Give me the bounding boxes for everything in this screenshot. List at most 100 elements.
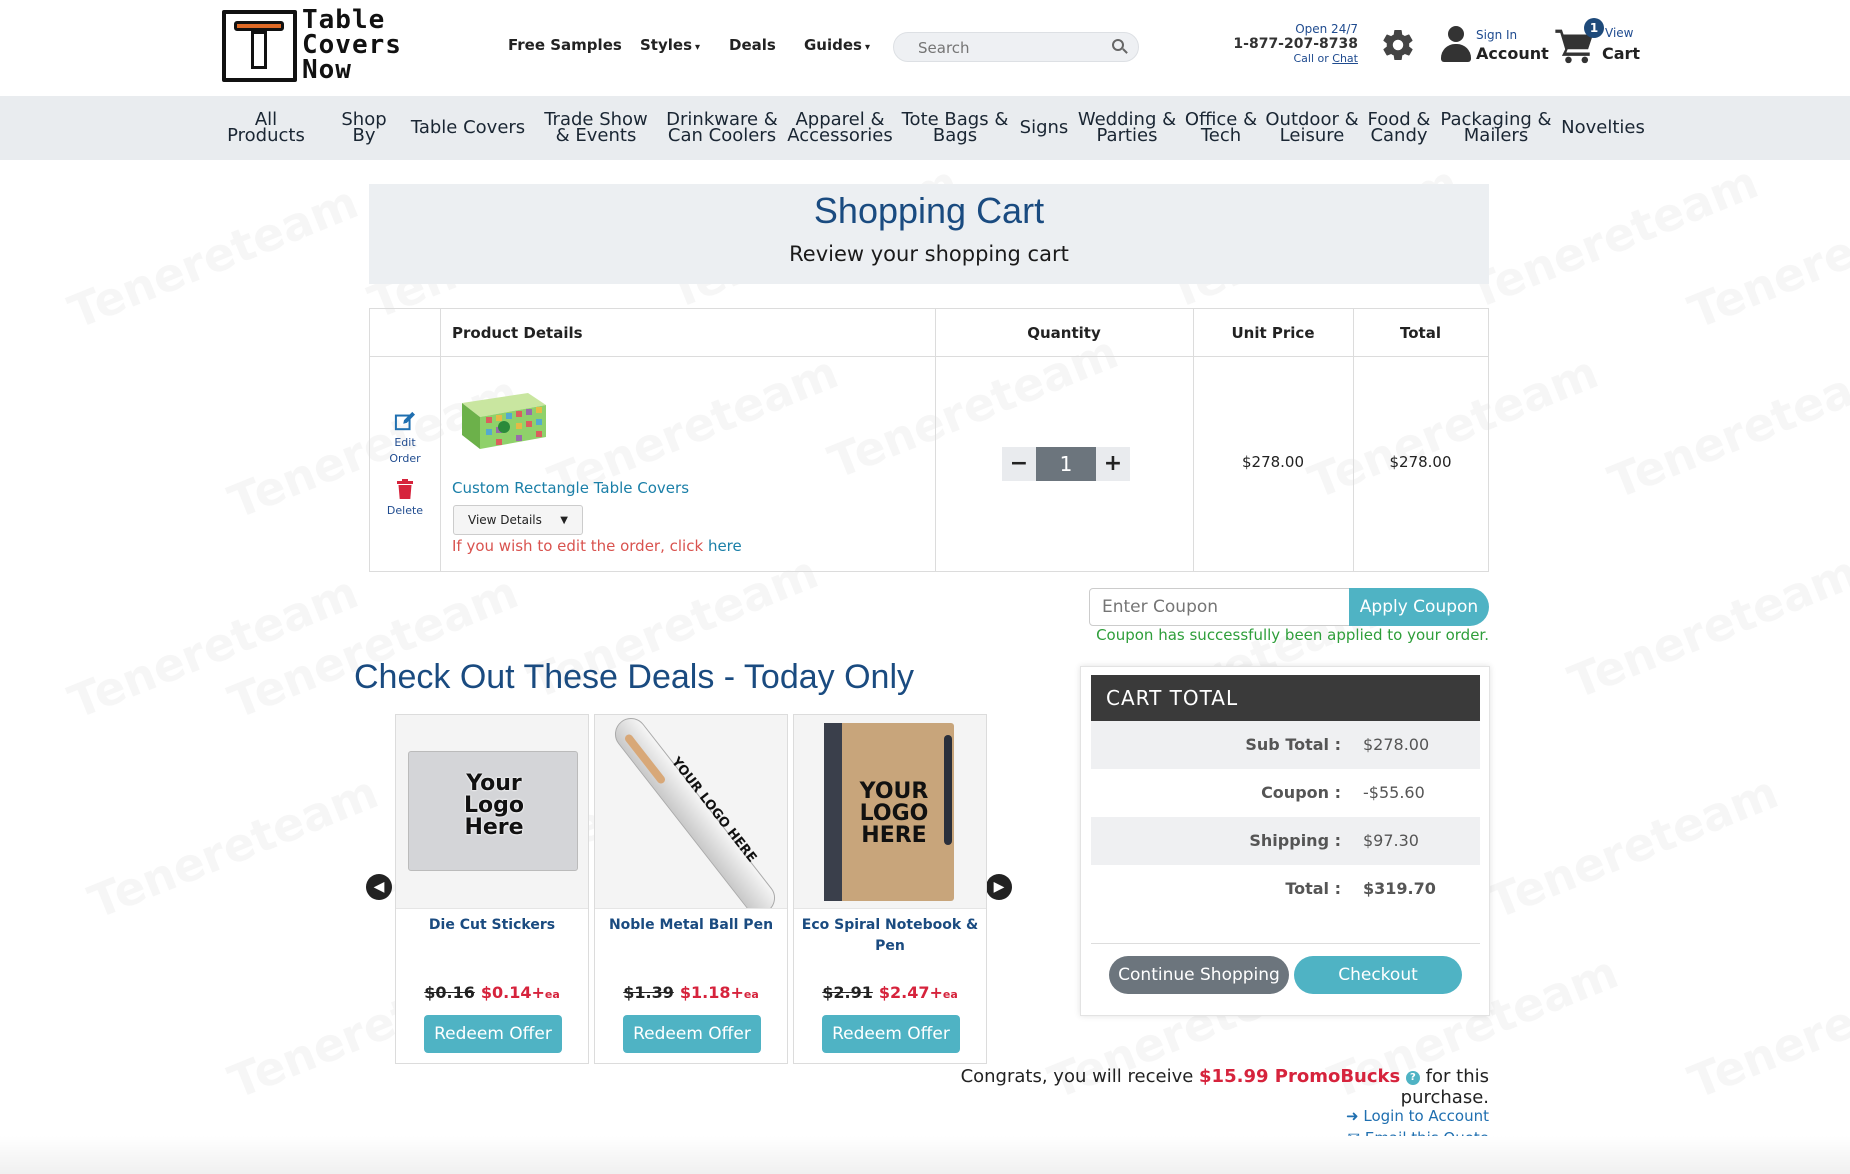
caret-down-icon: ▾ bbox=[864, 42, 871, 53]
help-icon[interactable]: ? bbox=[1405, 1071, 1420, 1085]
deal-image-pen[interactable]: YOUR LOGO HERE bbox=[595, 715, 787, 909]
watermark-text: Tenereteam bbox=[1461, 155, 1765, 320]
search-input[interactable] bbox=[918, 37, 1108, 59]
cat-novelties[interactable]: Novelties bbox=[1558, 96, 1648, 160]
cart-label[interactable]: Cart bbox=[1602, 44, 1640, 63]
carousel-next-arrow-icon[interactable]: ▶ bbox=[986, 874, 1012, 900]
shipping-row: Shipping : $97.30 bbox=[1091, 817, 1480, 865]
cart-total-heading: CART TOTAL bbox=[1091, 675, 1480, 721]
call-or-chat: Call or Chat bbox=[1228, 52, 1359, 65]
deal-prices: $1.39 $1.18+ea bbox=[595, 983, 787, 1002]
increment-button[interactable]: + bbox=[1096, 447, 1130, 481]
redeem-offer-button[interactable]: Redeem Offer bbox=[822, 1015, 960, 1053]
watermark-text: Tenereteam bbox=[1561, 545, 1850, 710]
product-name-link[interactable]: Custom Rectangle Table Covers bbox=[452, 479, 689, 497]
col-total: Total bbox=[1353, 309, 1488, 357]
deal-old-price: $2.91 bbox=[822, 983, 873, 1002]
divider bbox=[1091, 943, 1480, 944]
cart-totals-panel: CART TOTAL Sub Total : $278.00 Coupon : … bbox=[1080, 666, 1490, 1016]
view-details-label: View Details bbox=[468, 513, 542, 527]
edit-order-label: Edit Order bbox=[389, 436, 421, 465]
deal-image-notebook[interactable]: YOUR LOGO HERE bbox=[794, 715, 986, 909]
logo-text: Table Covers Now bbox=[302, 5, 402, 85]
nav-guides[interactable]: Guides ▾ bbox=[804, 36, 870, 54]
sign-in-label[interactable]: Sign In bbox=[1476, 28, 1517, 42]
site-header: Table Covers Now Free Samples Styles ▾ De… bbox=[0, 0, 1850, 96]
page-footer-fade bbox=[0, 1136, 1850, 1174]
deal-unit: ea bbox=[743, 988, 759, 1001]
deals-heading: Check Out These Deals - Today Only bbox=[354, 658, 915, 696]
login-label: Login to Account bbox=[1363, 1107, 1489, 1125]
total-label: Total : bbox=[1285, 879, 1341, 898]
continue-shopping-button[interactable]: Continue Shopping bbox=[1109, 956, 1289, 994]
cat-drinkware[interactable]: Drinkware & Can Coolers bbox=[664, 96, 780, 160]
total-row: Total : $319.70 bbox=[1091, 865, 1480, 913]
checkout-button[interactable]: Checkout bbox=[1294, 956, 1462, 994]
cat-outdoor[interactable]: Outdoor & Leisure bbox=[1264, 96, 1360, 160]
cat-table-covers[interactable]: Table Covers bbox=[410, 96, 526, 160]
view-details-dropdown[interactable]: View Details ▼ bbox=[453, 505, 583, 535]
gear-icon[interactable] bbox=[1380, 27, 1416, 63]
redeem-offer-button[interactable]: Redeem Offer bbox=[424, 1015, 562, 1053]
cat-shop-by[interactable]: Shop By bbox=[328, 96, 400, 160]
watermark-text: Tenereteam bbox=[61, 565, 365, 730]
caret-down-icon: ▾ bbox=[695, 42, 701, 53]
page-title: Shopping Cart bbox=[813, 190, 1045, 231]
deal-prices: $0.16 $0.14+ea bbox=[396, 983, 588, 1002]
cat-apparel[interactable]: Apparel & Accessories bbox=[784, 96, 896, 160]
total-value: $319.70 bbox=[1363, 879, 1436, 898]
deal-name[interactable]: Die Cut Stickers bbox=[402, 915, 582, 936]
deal-name[interactable]: Eco Spiral Notebook & Pen bbox=[800, 915, 980, 957]
cart-table: Product Details Quantity Unit Price Tota… bbox=[369, 308, 1489, 572]
carousel-prev-arrow-icon[interactable]: ◀ bbox=[366, 874, 392, 900]
deal-image-stickers[interactable]: Your Logo Here bbox=[396, 715, 588, 909]
page-subtitle: Review your shopping cart bbox=[789, 242, 1069, 266]
product-thumbnail[interactable] bbox=[458, 389, 548, 451]
watermark-text: Tenereteam bbox=[61, 175, 365, 340]
phone-number[interactable]: 1-877-207-8738 bbox=[1228, 36, 1358, 52]
nav-deals[interactable]: Deals bbox=[729, 36, 776, 54]
view-cart-label[interactable]: View bbox=[1605, 26, 1633, 40]
cat-office-tech[interactable]: Office & Tech bbox=[1182, 96, 1260, 160]
watermark-text: Tenereteam bbox=[1681, 175, 1850, 340]
cat-all-products[interactable]: All Products bbox=[214, 96, 318, 160]
deal-image-text: Your Logo Here bbox=[464, 771, 524, 840]
promo-prefix: Congrats, you will receive bbox=[960, 1066, 1200, 1087]
account-label[interactable]: Account bbox=[1476, 44, 1549, 63]
nav-styles[interactable]: Styles ▾ bbox=[640, 36, 700, 54]
nav-free-samples[interactable]: Free Samples bbox=[508, 36, 622, 54]
contact-info: Open 24/7 1-877-207-8738 Call or Chat bbox=[1228, 22, 1358, 65]
login-to-account-link[interactable]: ➜ Login to Account bbox=[1189, 1107, 1489, 1125]
apply-coupon-button[interactable]: Apply Coupon bbox=[1349, 588, 1489, 626]
search-icon[interactable] bbox=[1112, 39, 1124, 51]
row-actions: Edit Order Delete bbox=[370, 357, 440, 519]
cat-tote-bags[interactable]: Tote Bags & Bags bbox=[900, 96, 1010, 160]
deal-name[interactable]: Noble Metal Ball Pen bbox=[601, 915, 781, 936]
coupon-row: Coupon : -$55.60 bbox=[1091, 769, 1480, 817]
quantity-value[interactable]: 1 bbox=[1036, 447, 1096, 481]
edit-order-note: If you wish to edit the order, click her… bbox=[452, 537, 742, 555]
cat-wedding[interactable]: Wedding & Parties bbox=[1076, 96, 1178, 160]
site-logo[interactable]: Table Covers Now bbox=[222, 5, 402, 85]
edit-here-link[interactable]: here bbox=[708, 537, 742, 555]
call-label: Call or bbox=[1293, 52, 1333, 65]
subtotal-row: Sub Total : $278.00 bbox=[1091, 721, 1480, 769]
deal-unit: ea bbox=[942, 988, 958, 1001]
chat-link[interactable]: Chat bbox=[1332, 52, 1358, 65]
deal-card: Your Logo Here Die Cut Stickers $0.16 $0.… bbox=[395, 714, 589, 1064]
decrement-button[interactable]: − bbox=[1002, 447, 1036, 481]
deal-old-price: $0.16 bbox=[424, 983, 475, 1002]
cat-food-candy[interactable]: Food & Candy bbox=[1364, 96, 1434, 160]
coupon-form: Apply Coupon bbox=[1089, 588, 1489, 626]
coupon-input[interactable] bbox=[1089, 588, 1351, 626]
cat-trade-show[interactable]: Trade Show & Events bbox=[536, 96, 656, 160]
cat-packaging[interactable]: Packaging & Mailers bbox=[1438, 96, 1554, 160]
cart-count-badge: 1 bbox=[1584, 18, 1604, 38]
watermark-text: Tenereteam bbox=[81, 765, 385, 930]
delete-button[interactable]: Delete bbox=[370, 467, 440, 519]
unit-price: $278.00 bbox=[1241, 453, 1305, 471]
delete-label: Delete bbox=[386, 504, 424, 517]
cat-signs[interactable]: Signs bbox=[1016, 96, 1072, 160]
edit-order-button[interactable]: Edit Order bbox=[370, 357, 440, 467]
redeem-offer-button[interactable]: Redeem Offer bbox=[623, 1015, 761, 1053]
